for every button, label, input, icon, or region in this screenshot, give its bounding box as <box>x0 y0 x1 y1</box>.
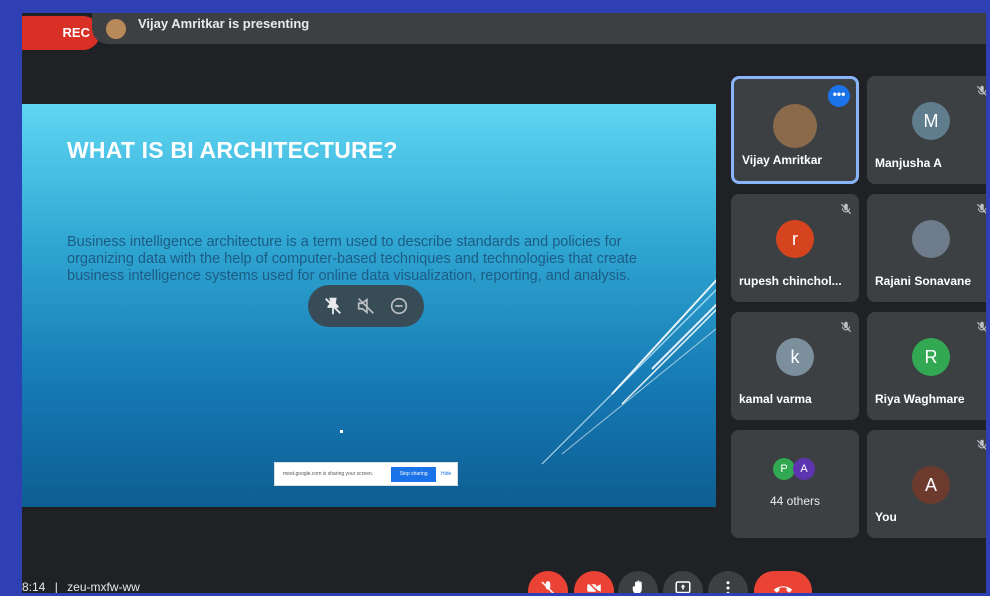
participant-name: Rajani Sonavane <box>875 274 972 288</box>
meet-window: REC Vijay Amritkar is presenting WHAT IS… <box>22 13 986 593</box>
mic-off-icon <box>976 203 986 214</box>
presenter-avatar <box>106 19 126 39</box>
more-options-icon[interactable]: ••• <box>828 85 850 107</box>
participant-avatar <box>912 220 950 258</box>
leave-call-button[interactable] <box>754 571 812 593</box>
participant-name: rupesh chinchol... <box>739 274 842 288</box>
hand-icon <box>632 580 642 593</box>
participant-name: kamal varma <box>739 392 812 406</box>
participant-tile-manjusha[interactable]: M Manjusha A <box>867 76 986 184</box>
share-banner-message: meet.google.com is sharing your screen. <box>283 471 374 477</box>
present-screen-button[interactable] <box>663 571 703 593</box>
participant-avatar: R <box>912 338 950 376</box>
participant-tile-rupesh[interactable]: r rupesh chinchol... <box>731 194 859 302</box>
participant-tile-vijay[interactable]: ••• Vijay Amritkar <box>731 76 859 184</box>
camera-toggle-button[interactable] <box>574 571 614 593</box>
raise-hand-button[interactable] <box>618 571 658 593</box>
present-icon <box>675 581 691 593</box>
participant-avatar <box>773 104 817 148</box>
participant-name: Manjusha A <box>875 156 942 170</box>
meeting-separator: | <box>54 580 58 593</box>
more-vert-icon <box>726 581 730 593</box>
participant-tile-rajani[interactable]: Rajani Sonavane <box>867 194 986 302</box>
meeting-info: 8:14 | zeu-mxfw-ww <box>22 580 140 593</box>
mic-off-icon <box>541 581 555 593</box>
participant-name: You <box>875 510 897 524</box>
slide-title: WHAT IS BI ARCHITECTURE? <box>67 137 398 163</box>
participant-name: Riya Waghmare <box>875 392 965 406</box>
participant-avatar: r <box>776 220 814 258</box>
mic-off-icon <box>840 321 852 333</box>
presenting-text: Vijay Amritkar is presenting <box>138 16 310 31</box>
presenting-bar: Vijay Amritkar is presenting <box>92 13 986 44</box>
meeting-time: 8:14 <box>22 580 46 593</box>
others-count: 44 others <box>769 494 821 508</box>
participant-avatar: A <box>912 466 950 504</box>
presenter-tile-controls <box>308 285 424 327</box>
hide-banner-button[interactable]: Hide <box>441 471 451 477</box>
participant-avatar: k <box>776 338 814 376</box>
stop-sharing-button[interactable]: Stop sharing <box>391 467 436 482</box>
participant-avatar: M <box>912 102 950 140</box>
slide-body-text: Business intelligence architecture is a … <box>67 234 637 284</box>
screen-share-banner: meet.google.com is sharing your screen. … <box>274 462 458 486</box>
participant-tile-others[interactable]: P A 44 others <box>731 430 859 538</box>
mic-off-icon <box>976 439 986 450</box>
participant-name: Vijay Amritkar <box>742 153 823 167</box>
volume-off-icon[interactable] <box>355 295 377 317</box>
mic-off-icon <box>976 85 986 96</box>
participant-tile-you[interactable]: A You <box>867 430 986 538</box>
recording-badge: REC <box>22 16 100 50</box>
remove-icon[interactable] <box>388 295 410 317</box>
mouse-cursor <box>340 430 343 433</box>
participant-avatar-a: A <box>793 458 815 480</box>
mic-off-icon <box>840 203 852 215</box>
more-options-button[interactable] <box>708 571 748 593</box>
mic-off-icon <box>976 321 986 332</box>
camera-off-icon <box>586 580 601 593</box>
pin-off-icon[interactable] <box>322 295 344 317</box>
participant-tile-kamal[interactable]: k kamal varma <box>731 312 859 420</box>
meeting-code: zeu-mxfw-ww <box>67 580 140 593</box>
phone-hangup-icon <box>773 586 793 593</box>
mic-toggle-button[interactable] <box>528 571 568 593</box>
participant-avatar-p: P <box>773 458 795 480</box>
participant-tile-riya[interactable]: R Riya Waghmare <box>867 312 986 420</box>
